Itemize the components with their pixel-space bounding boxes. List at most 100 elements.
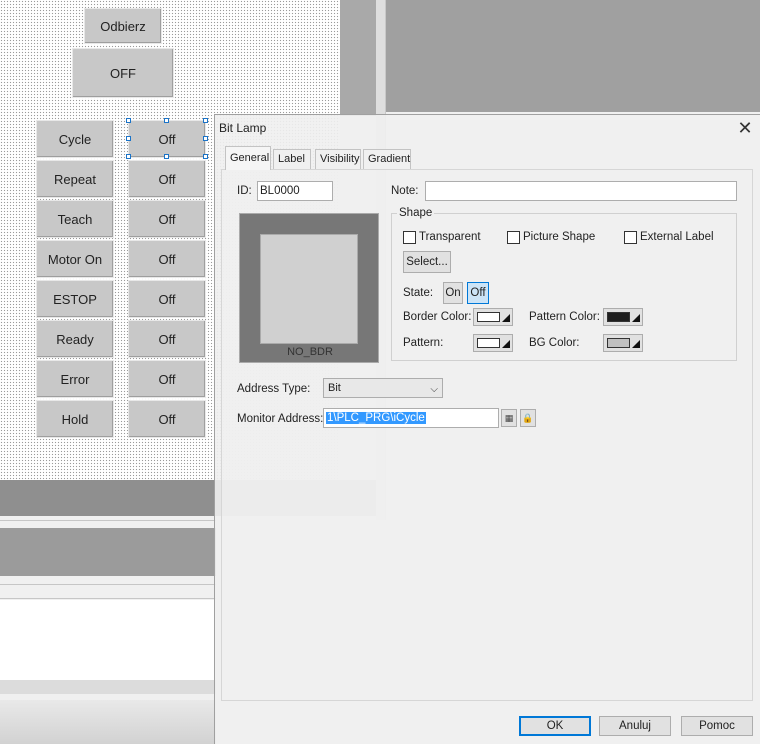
pattern-picker[interactable] [473, 334, 513, 352]
hmi-button-label: Hold [61, 411, 89, 427]
selection-handle[interactable] [203, 118, 208, 123]
hmi-button-ready[interactable]: Ready [36, 320, 114, 358]
dropdown-arrow-icon [632, 314, 640, 322]
hmi-button-label: ESTOP [53, 291, 97, 307]
color-swatch [607, 312, 630, 322]
hmi-button-hold[interactable]: Hold [36, 400, 114, 438]
bg-color-label: BG Color: [529, 337, 580, 349]
preview-caption: NO_BDR [287, 346, 333, 358]
monitor-address-label: Monitor Address: [237, 413, 324, 425]
hmi-button-label: Motor On [47, 251, 103, 267]
hmi-button-label: Ready [56, 331, 94, 347]
selection-handle[interactable] [203, 136, 208, 141]
color-swatch [477, 338, 500, 348]
selection-handle[interactable] [203, 154, 208, 159]
hmi-button-label: Error [60, 371, 90, 387]
lamp-state-label: Off [158, 411, 176, 427]
external-label-checkbox[interactable] [624, 231, 637, 244]
bit-lamp-motor-on[interactable]: Off [128, 240, 206, 278]
close-icon[interactable]: ✕ [735, 118, 755, 138]
bit-lamp-ready[interactable]: Off [128, 320, 206, 358]
hmi-button-estop[interactable]: ESTOP [36, 280, 114, 318]
tab-label-text: Label [278, 153, 305, 165]
lamp-preview-shape [260, 234, 358, 344]
tab-label-text: Gradient [368, 153, 411, 165]
selection-handle[interactable] [126, 154, 131, 159]
selection-handle[interactable] [126, 136, 131, 141]
tab-general[interactable]: General [225, 146, 271, 170]
tab-label-text: Visibility [320, 153, 360, 165]
status-bar [0, 700, 216, 744]
address-type-select[interactable]: Bit ⌵ [323, 378, 443, 398]
bit-lamp-hold[interactable]: Off [128, 400, 206, 438]
ok-button[interactable]: OK [519, 716, 591, 736]
help-button[interactable]: Pomoc [681, 716, 753, 736]
divider [0, 584, 216, 585]
color-swatch [477, 312, 500, 322]
hmi-button-error[interactable]: Error [36, 360, 114, 398]
select-shape-button[interactable]: Select... [403, 251, 451, 273]
dropdown-arrow-icon [632, 340, 640, 348]
tab-visibility[interactable]: Visibility [315, 149, 361, 169]
address-type-value: Bit [328, 382, 341, 394]
divider [0, 520, 216, 521]
selection-handle[interactable] [126, 118, 131, 123]
id-label: ID: [237, 185, 252, 197]
selection-handle[interactable] [164, 118, 169, 123]
bg-color-picker[interactable] [603, 334, 643, 352]
hmi-button-cycle[interactable]: Cycle [36, 120, 114, 158]
hmi-button-motor-on[interactable]: Motor On [36, 240, 114, 278]
state-on-button[interactable]: On [443, 282, 463, 304]
lamp-state-label: Off [158, 371, 176, 387]
note-label: Note: [391, 185, 419, 197]
canvas-margin [340, 0, 376, 116]
tab-label[interactable]: Label [273, 149, 311, 169]
transparent-checkbox[interactable] [403, 231, 416, 244]
address-lock-icon[interactable]: 🔒 [520, 409, 536, 427]
picture-shape-checkbox[interactable] [507, 231, 520, 244]
hmi-button-label: Repeat [54, 171, 96, 187]
selection-handle[interactable] [164, 154, 169, 159]
bit-lamp-teach[interactable]: Off [128, 200, 206, 238]
hmi-button-repeat[interactable]: Repeat [36, 160, 114, 198]
lamp-state-label: Off [158, 251, 176, 267]
output-panel [0, 600, 216, 680]
shape-group-label: Shape [397, 207, 435, 219]
hmi-button-off[interactable]: OFF [72, 48, 174, 98]
border-color-label: Border Color: [403, 311, 472, 323]
lamp-state-label: Off [158, 291, 176, 307]
bit-lamp-repeat[interactable]: Off [128, 160, 206, 198]
border-color-picker[interactable] [473, 308, 513, 326]
note-input[interactable] [425, 181, 737, 201]
bit-lamp-error[interactable]: Off [128, 360, 206, 398]
monitor-address-input[interactable]: 1\PLC_PRG\iCycle [323, 408, 499, 428]
pattern-label: Pattern: [403, 337, 444, 349]
bit-lamp-estop[interactable]: Off [128, 280, 206, 318]
pattern-color-picker[interactable] [603, 308, 643, 326]
hmi-button-odbierz[interactable]: Odbierz [84, 8, 162, 44]
color-swatch [607, 338, 630, 348]
pattern-color-label: Pattern Color: [529, 311, 600, 323]
tab-label: General [230, 152, 270, 164]
id-input[interactable]: BL0000 [257, 181, 333, 201]
dropdown-arrow-icon [502, 314, 510, 322]
hmi-button-label: Cycle [58, 131, 92, 147]
state-off-button[interactable]: Off [467, 282, 489, 304]
bit-lamp-cycle[interactable]: Off [128, 120, 206, 158]
address-keypad-icon[interactable]: ▦ [501, 409, 517, 427]
horizontal-scrollbar[interactable] [0, 680, 216, 694]
cancel-button[interactable]: Anuluj [599, 716, 671, 736]
chevron-down-icon: ⌵ [430, 384, 438, 395]
hmi-button-label: Odbierz [100, 18, 146, 34]
hmi-button-teach[interactable]: Teach [36, 200, 114, 238]
lamp-state-label: Off [158, 331, 176, 347]
canvas-outside-area [386, 0, 760, 112]
dropdown-arrow-icon [502, 340, 510, 348]
lamp-state-label: Off [158, 171, 176, 187]
monitor-address-value: 1\PLC_PRG\iCycle [326, 412, 426, 424]
lamp-preview: NO_BDR [239, 213, 379, 363]
tab-gradient[interactable]: Gradient [363, 149, 411, 169]
lamp-state-label: Off [158, 131, 176, 147]
bit-lamp-dialog: Bit Lamp ✕ General Label Visibility Grad… [214, 114, 760, 744]
hmi-button-label: OFF [110, 65, 136, 81]
